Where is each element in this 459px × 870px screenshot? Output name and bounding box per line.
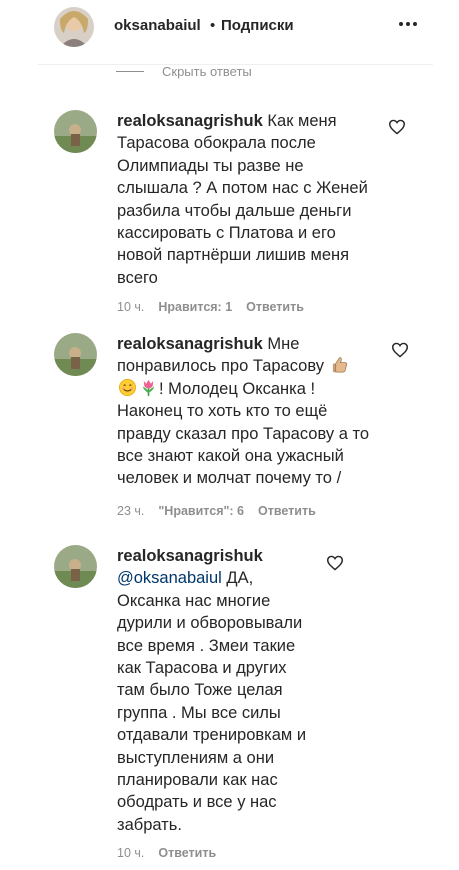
comment-line: группа . Мы все силы xyxy=(117,703,281,722)
comment-username[interactable]: realoksanagrishuk xyxy=(117,335,263,353)
avatar[interactable] xyxy=(54,110,97,153)
comment-username[interactable]: realoksanagrishuk xyxy=(117,112,263,130)
reply-button[interactable]: Ответить xyxy=(246,300,304,314)
comment-line: там было Тоже целая xyxy=(117,681,283,700)
comment-line: кассировать с Платова и его xyxy=(117,224,336,243)
comment-meta: 10 ч. Нравится: 1 Ответить xyxy=(117,300,304,314)
comment-line: Наконец то хоть кто то ещё xyxy=(117,402,328,421)
hide-replies-button[interactable]: Скрыть ответы xyxy=(116,62,252,80)
comment-line: Как меня xyxy=(267,112,337,130)
comment-meta: 23 ч. "Нравится": 6 Ответить xyxy=(117,504,316,518)
likes-count[interactable]: "Нравится": 6 xyxy=(158,504,244,518)
avatar[interactable] xyxy=(54,545,97,588)
comment-username[interactable]: realoksanagrishuk xyxy=(117,547,263,565)
comment-text: realoksanagrishuk @oksanabaiul ДА, Оксан… xyxy=(117,545,306,836)
avatar[interactable] xyxy=(54,7,94,47)
comment-line: человек и молчат почему то / xyxy=(117,469,342,488)
comment-line: слышала ? А потом нас с Женей xyxy=(117,179,368,198)
hide-replies-label: Скрыть ответы xyxy=(162,63,252,79)
comment-line: ! Молодец Оксанка ! xyxy=(159,379,316,398)
comment-meta: 10 ч. Ответить xyxy=(117,846,216,860)
comment-text: realoksanagrishuk Мне понравилось про Та… xyxy=(117,333,369,490)
post-header: oksanabaiul • Подписки xyxy=(0,0,459,58)
comment-line: Мне xyxy=(267,335,300,353)
comment-text: realoksanagrishuk Как меня Тарасова обок… xyxy=(117,110,368,289)
comment-line: разбила чтобы дальше деньги xyxy=(117,201,352,220)
dot xyxy=(406,22,410,26)
comment-line: ободрать и все у нас xyxy=(117,793,277,812)
comment-line: забрать. xyxy=(117,815,182,834)
comment-line: все время . Змеи такие xyxy=(117,636,296,655)
comment-line: дурили и обворовывали xyxy=(117,614,303,633)
smiling-emoji xyxy=(118,378,137,397)
comment-line: все знают какой она ужасный xyxy=(117,447,344,466)
like-heart-icon[interactable] xyxy=(326,555,344,571)
header-separator: • xyxy=(210,17,216,34)
comment-line: отдавали тренировкам и xyxy=(117,726,307,745)
reply-button[interactable]: Ответить xyxy=(258,504,316,518)
mention-link[interactable]: @oksanabaiul xyxy=(117,569,222,587)
comment-line: правду сказал про Тарасову а то xyxy=(117,424,370,443)
header-username[interactable]: oksanabaiul xyxy=(114,17,201,34)
reply-button[interactable]: Ответить xyxy=(158,846,216,860)
comment-line: ДА, xyxy=(226,569,254,588)
tulip-emoji xyxy=(139,378,158,397)
comment-time: 23 ч. xyxy=(117,504,145,518)
avatar[interactable] xyxy=(54,333,97,376)
replies-line xyxy=(116,70,144,72)
comment-time: 10 ч. xyxy=(117,846,145,860)
comment-line: новой партнёрши лишив меня xyxy=(117,246,350,265)
follow-button[interactable]: Подписки xyxy=(221,17,294,34)
comment-line: выступлениям а они xyxy=(117,748,275,767)
like-heart-icon[interactable] xyxy=(391,342,409,358)
comment-line: Оксанка нас многие xyxy=(117,591,271,610)
thumbs-up-emoji xyxy=(330,355,349,374)
more-options-icon[interactable] xyxy=(396,12,420,36)
comment-line: Тарасова обокрала после xyxy=(117,134,316,153)
comment-line: планировали как нас xyxy=(117,771,278,790)
comment-time: 10 ч. xyxy=(117,300,145,314)
comment-line: всего xyxy=(117,268,158,287)
dot xyxy=(399,22,403,26)
likes-count[interactable]: Нравится: 1 xyxy=(158,300,232,314)
like-heart-icon[interactable] xyxy=(388,119,406,135)
comment-line: как Тарасова и других xyxy=(117,659,287,678)
dot xyxy=(413,22,417,26)
comment-line: Олимпиады ты разве не xyxy=(117,156,304,175)
comment-line: понравилось про Тарасову xyxy=(117,357,324,376)
